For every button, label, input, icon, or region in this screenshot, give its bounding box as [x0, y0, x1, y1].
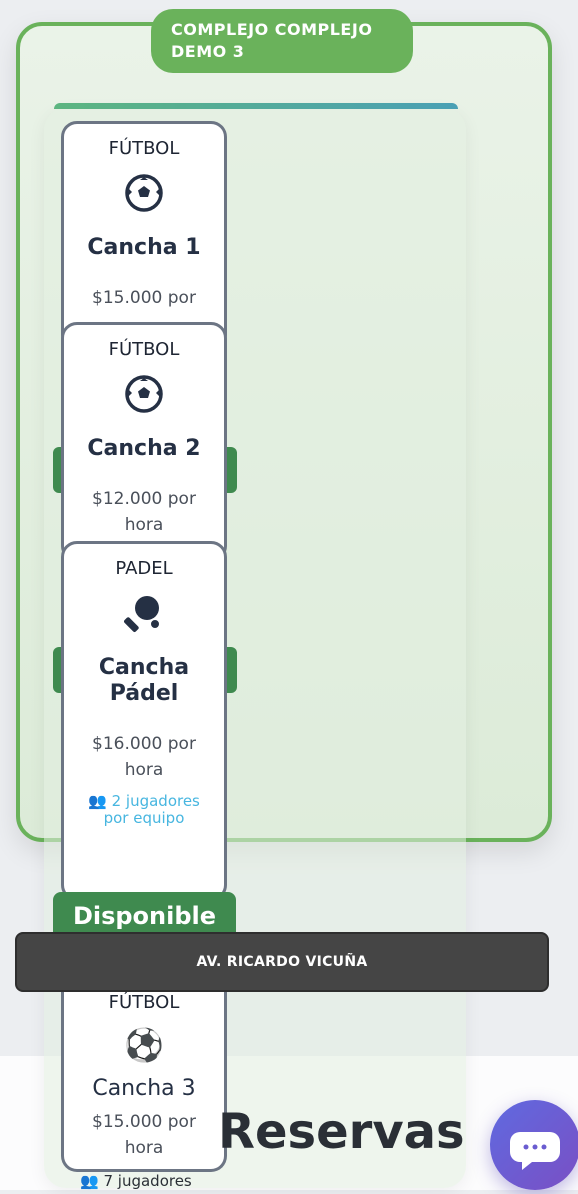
- chat-bubble-icon: [510, 1132, 560, 1170]
- court-name: Cancha 2: [87, 436, 201, 461]
- sport-label: FÚTBOL: [108, 992, 180, 1013]
- soccer-ball-emoji-icon: ⚽: [124, 1026, 164, 1064]
- court-price: $12.000 por hora: [92, 489, 196, 535]
- court-name: Cancha Pádel: [98, 655, 190, 706]
- panel-accent-bar: [54, 103, 458, 109]
- court-card[interactable]: PADEL Cancha Pádel $16.000 por hora 👥 2 …: [61, 541, 227, 901]
- court-card[interactable]: FÚTBOL Cancha 1 $15.000 por: [61, 121, 227, 351]
- court-price: $15.000 por hora: [92, 1112, 196, 1158]
- court-card[interactable]: FÚTBOL Cancha 2 $12.000 por hora: [61, 322, 227, 562]
- court-name: Cancha 1: [87, 235, 201, 260]
- sport-label: FÚTBOL: [108, 339, 180, 360]
- sport-label: FÚTBOL: [108, 138, 180, 159]
- sport-label: PADEL: [115, 558, 173, 579]
- paddle-icon: [124, 596, 161, 632]
- court-price: $15.000 por: [92, 288, 196, 308]
- players-info: 👥 7 jugadores: [80, 1172, 192, 1190]
- section-title: Reservas: [218, 1104, 465, 1160]
- chat-button[interactable]: [490, 1100, 578, 1190]
- court-price: $16.000 por hora: [92, 734, 196, 780]
- court-card[interactable]: FÚTBOL ⚽ Cancha 3 $15.000 por hora: [61, 992, 227, 1172]
- soccer-ball-icon: [125, 174, 163, 212]
- soccer-ball-icon: [125, 375, 163, 413]
- users-icon: 👥: [80, 1172, 99, 1190]
- users-icon: 👥: [88, 792, 107, 810]
- court-name: Cancha 3: [92, 1076, 196, 1101]
- complex-name-badge: COMPLEJO COMPLEJO DEMO 3: [151, 9, 413, 73]
- players-info: 👥 2 jugadores por equipo: [88, 792, 200, 827]
- address-bar: AV. RICARDO VICUÑA: [15, 932, 549, 992]
